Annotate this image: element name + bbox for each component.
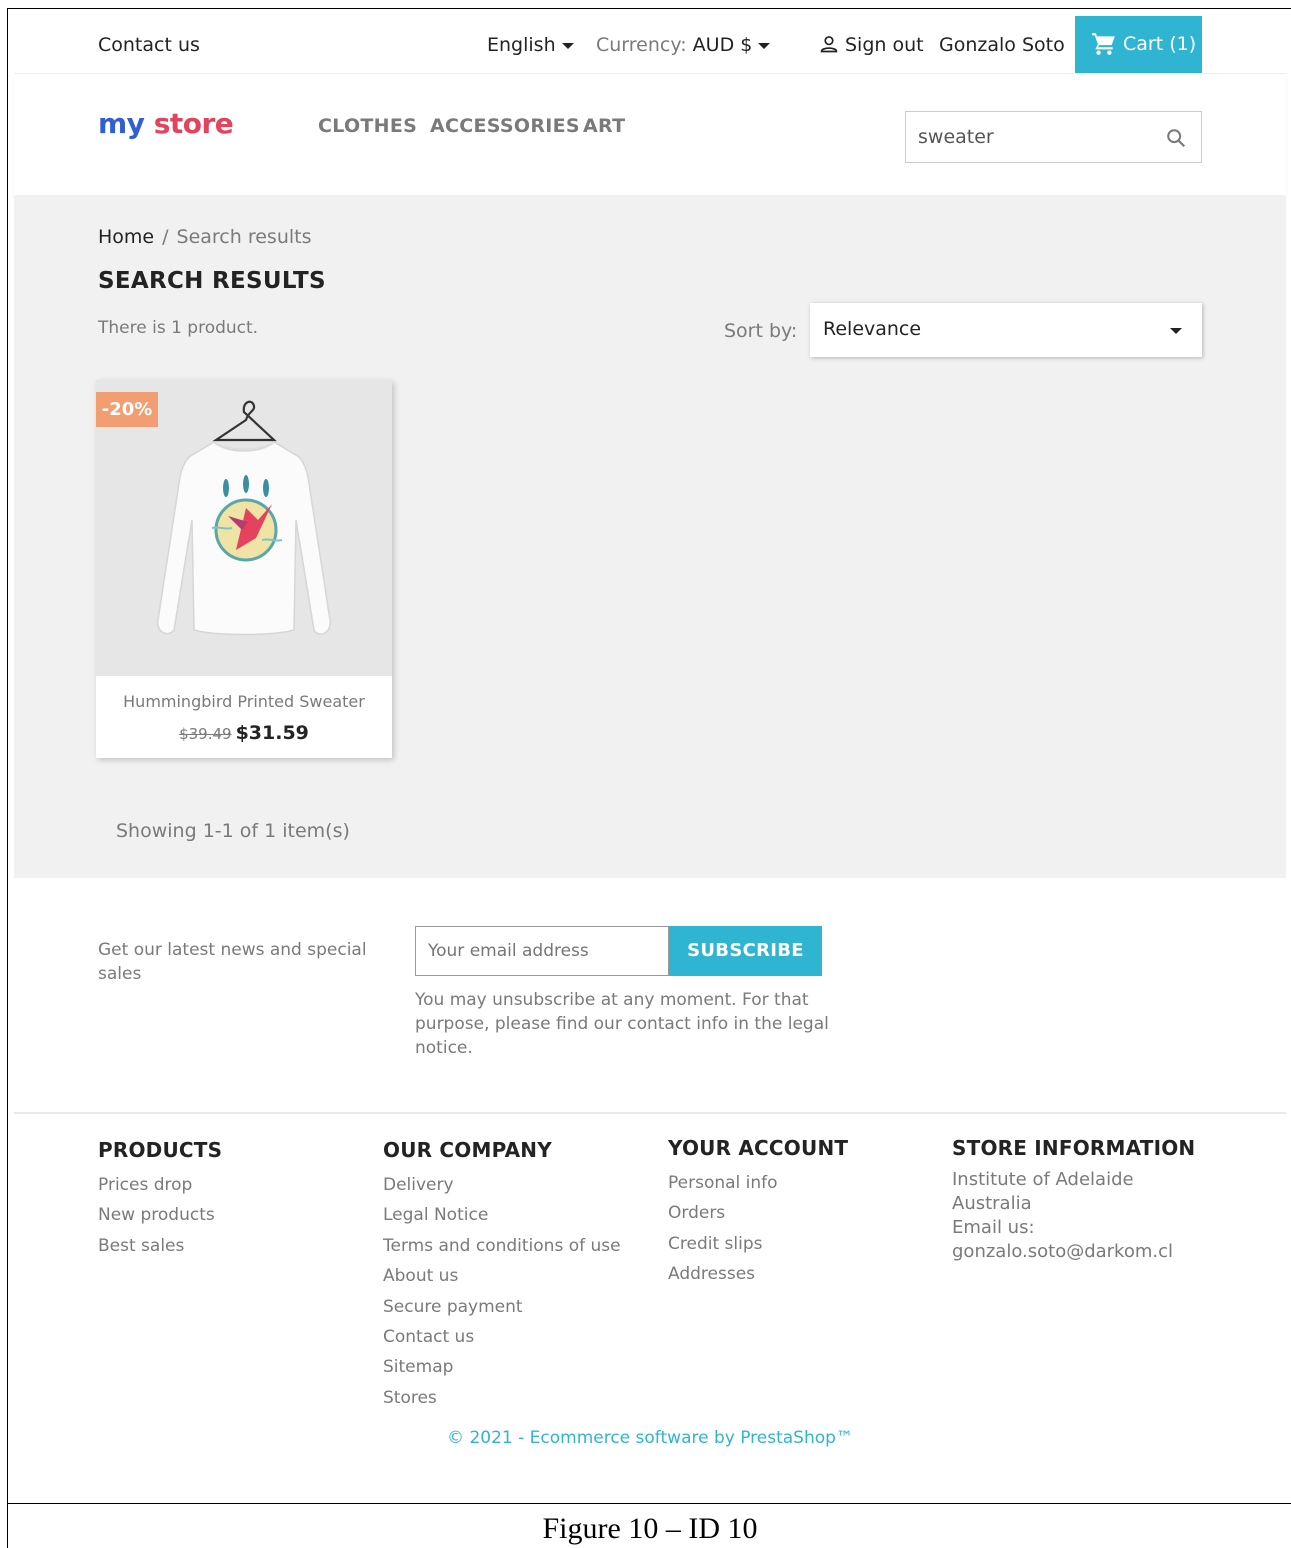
store-address-line1: Institute of Adelaide <box>952 1169 1134 1190</box>
product-count: There is 1 product. <box>98 318 259 338</box>
footer-link-sitemap[interactable]: Sitemap <box>383 1352 621 1382</box>
footer: PRODUCTS Prices drop New products Best s… <box>14 1112 1286 1502</box>
newsletter-email-field <box>415 926 669 976</box>
breadcrumb-home[interactable]: Home <box>98 226 154 248</box>
chevron-down-icon <box>561 42 574 49</box>
product-prices: $39.49 $31.59 <box>96 722 392 744</box>
regular-price: $39.49 <box>179 725 232 743</box>
sort-dropdown[interactable]: Relevance <box>810 303 1202 357</box>
menu-clothes[interactable]: CLOTHES <box>318 115 417 137</box>
currency-value: AUD $ <box>692 34 753 56</box>
store-email-link[interactable]: gonzalo.soto@darkom.cl <box>952 1240 1195 1264</box>
language-label: English <box>487 34 556 56</box>
footer-company-title: OUR COMPANY <box>383 1138 552 1162</box>
footer-link-new-products[interactable]: New products <box>98 1200 222 1230</box>
footer-link-contact-us[interactable]: Contact us <box>383 1322 621 1352</box>
footer-link-prices-drop[interactable]: Prices drop <box>98 1170 222 1200</box>
main-content: Home / Search results SEARCH RESULTS There… <box>14 196 1286 878</box>
footer-link-delivery[interactable]: Delivery <box>383 1170 621 1200</box>
language-selector[interactable]: English <box>487 34 574 56</box>
footer-link-stores[interactable]: Stores <box>383 1383 621 1413</box>
discount-badge: -20% <box>96 392 158 427</box>
footer-link-terms[interactable]: Terms and conditions of use <box>383 1231 621 1261</box>
footer-link-about-us[interactable]: About us <box>383 1261 621 1291</box>
sort-label: Sort by: <box>724 320 798 342</box>
sort-value: Relevance <box>823 318 922 340</box>
product-name[interactable]: Hummingbird Printed Sweater <box>96 692 392 711</box>
store-email-label: Email us: <box>952 1217 1035 1238</box>
breadcrumb-current: Search results <box>176 226 312 248</box>
footer-products-title: PRODUCTS <box>98 1138 223 1162</box>
chevron-down-icon <box>1170 328 1182 334</box>
footer-link-orders[interactable]: Orders <box>668 1198 848 1228</box>
sign-out-label: Sign out <box>845 34 924 56</box>
store-address-line2: Australia <box>952 1193 1032 1214</box>
footer-account: YOUR ACCOUNT Personal info Orders Credit… <box>668 1136 848 1290</box>
footer-store-title: STORE INFORMATION <box>952 1136 1196 1160</box>
newsletter-block: Get our latest news and special sales SU… <box>14 880 1286 1112</box>
product-card[interactable]: -20% Hummingbird Printed Sweater $39.49 $… <box>96 380 392 758</box>
currency-label: Currency: <box>596 34 687 56</box>
account-name-link[interactable]: Gonzalo Soto <box>939 34 1065 56</box>
currency-selector[interactable]: Currency: AUD $ <box>596 34 771 56</box>
pagination-summary: Showing 1-1 of 1 item(s) <box>116 820 350 842</box>
search-box <box>905 111 1202 163</box>
page-title: SEARCH RESULTS <box>98 268 326 294</box>
sign-out-link[interactable]: Sign out <box>819 34 924 56</box>
newsletter-note: You may unsubscribe at any moment. For t… <box>415 990 829 1058</box>
search-input[interactable] <box>906 112 1156 162</box>
footer-link-personal-info[interactable]: Personal info <box>668 1168 848 1198</box>
footer-link-secure-payment[interactable]: Secure payment <box>383 1292 621 1322</box>
header: my store CLOTHES ACCESSORIES ART <box>14 75 1286 195</box>
footer-account-title[interactable]: YOUR ACCOUNT <box>668 1136 848 1160</box>
breadcrumb-separator: / <box>162 226 169 248</box>
logo-my: my <box>98 107 145 140</box>
cart-button[interactable]: Cart (1) <box>1075 16 1202 73</box>
footer-link-legal-notice[interactable]: Legal Notice <box>383 1200 621 1230</box>
menu-art[interactable]: ART <box>583 115 625 137</box>
subscribe-button[interactable]: SUBSCRIBE <box>669 926 822 976</box>
menu-accessories[interactable]: ACCESSORIES <box>430 115 580 137</box>
footer-link-best-sales[interactable]: Best sales <box>98 1231 222 1261</box>
logo-store: store <box>153 107 234 140</box>
footer-link-credit-slips[interactable]: Credit slips <box>668 1229 848 1259</box>
top-nav: Contact us English Currency: AUD $ Sign … <box>14 10 1286 74</box>
footer-link-addresses[interactable]: Addresses <box>668 1259 848 1289</box>
footer-store-info: STORE INFORMATION Institute of Adelaide … <box>952 1136 1195 1264</box>
sale-price: $31.59 <box>235 722 309 744</box>
cart-icon <box>1092 33 1115 55</box>
store-logo[interactable]: my store <box>98 107 234 140</box>
breadcrumb: Home / Search results <box>98 226 311 248</box>
user-icon <box>820 36 838 53</box>
caption-divider <box>7 1503 1291 1504</box>
contact-us-link[interactable]: Contact us <box>98 34 200 56</box>
figure-caption: Figure 10 – ID 10 <box>542 1512 758 1545</box>
footer-products: PRODUCTS Prices drop New products Best s… <box>98 1138 222 1261</box>
search-icon[interactable] <box>1165 127 1187 149</box>
newsletter-text: Get our latest news and special sales <box>98 940 367 984</box>
copyright-link[interactable]: © 2021 - Ecommerce software by PrestaSho… <box>14 1428 1286 1448</box>
email-input[interactable] <box>416 927 668 975</box>
chevron-down-icon <box>758 42 771 49</box>
footer-company: OUR COMPANY Delivery Legal Notice Terms … <box>383 1138 621 1413</box>
cart-label: Cart (1) <box>1123 33 1197 55</box>
